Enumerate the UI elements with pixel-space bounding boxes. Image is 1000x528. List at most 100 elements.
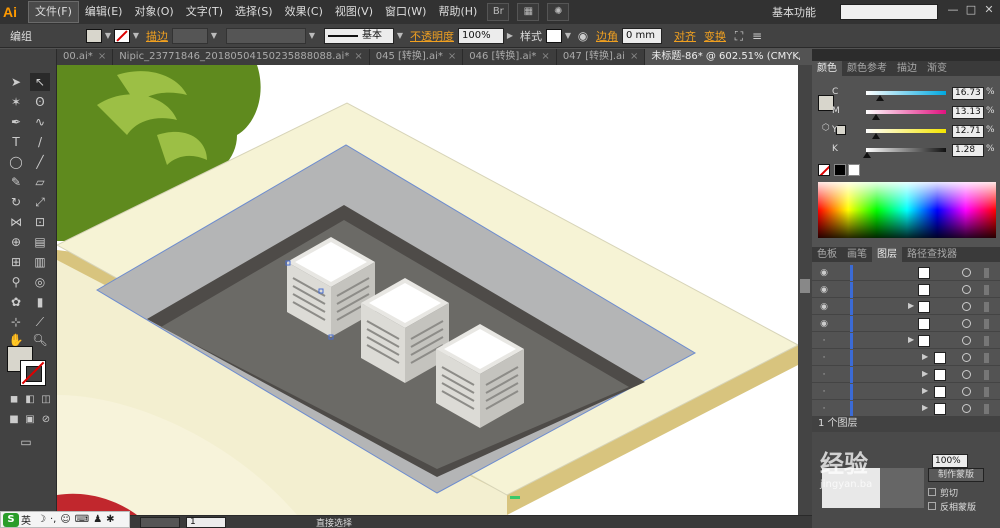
- selection-tool-icon[interactable]: ➤: [6, 73, 26, 91]
- search-input[interactable]: [857, 5, 937, 20]
- menu-view[interactable]: 视图(V): [329, 0, 379, 24]
- zoom-tool-icon[interactable]: 🔍︎: [30, 331, 50, 349]
- tab-doc-3[interactable]: 046 [转换].ai* ×: [463, 49, 557, 65]
- target-circle-icon[interactable]: [962, 268, 971, 277]
- slider-knob[interactable]: [875, 95, 884, 101]
- width-tool-icon[interactable]: ⋈: [6, 213, 26, 231]
- target-circle-icon[interactable]: [962, 370, 971, 379]
- selection-indicator[interactable]: [984, 353, 989, 363]
- tab-doc-2[interactable]: 045 [转换].ai* ×: [369, 49, 464, 65]
- layer-row[interactable]: ◉ ▶: [812, 299, 1000, 315]
- expand-arrow-icon[interactable]: ▶: [922, 403, 928, 412]
- align-label[interactable]: 对齐: [674, 28, 696, 44]
- stroke-color-swatch[interactable]: [114, 28, 130, 43]
- close-tab-icon[interactable]: ×: [448, 51, 456, 62]
- menu-help[interactable]: 帮助(H): [432, 0, 483, 24]
- selection-indicator[interactable]: [984, 370, 989, 380]
- chevron-down-icon[interactable]: ▼: [306, 28, 318, 44]
- chevron-down-icon[interactable]: ▼: [130, 28, 142, 44]
- paintbrush-tool-icon[interactable]: ╱: [30, 153, 50, 171]
- color-spectrum[interactable]: [818, 182, 996, 238]
- mesh-tool-icon[interactable]: ⊞: [6, 253, 26, 271]
- eraser-tool-icon[interactable]: ▱: [30, 173, 50, 191]
- magic-wand-tool-icon[interactable]: ✶: [6, 93, 26, 111]
- slider-value-field[interactable]: 12.71: [952, 125, 984, 138]
- chevron-right-icon[interactable]: ▶: [504, 28, 516, 44]
- menu-type[interactable]: 文字(T): [180, 0, 229, 24]
- lasso-tool-icon[interactable]: ʘ: [30, 93, 50, 111]
- gpu-icon[interactable]: ✺: [547, 3, 570, 21]
- curvature-tool-icon[interactable]: ∿: [30, 113, 50, 131]
- ellipse-tool-icon[interactable]: ◯: [6, 153, 26, 171]
- visibility-eye-icon[interactable]: ·: [818, 403, 830, 415]
- tab-pathfinder[interactable]: 路径查找器: [902, 247, 962, 262]
- minimize-icon[interactable]: —: [946, 3, 960, 17]
- expand-arrow-icon[interactable]: ▶: [908, 335, 914, 344]
- selection-indicator[interactable]: [984, 336, 989, 346]
- tab-doc-0[interactable]: 00.ai* ×: [57, 49, 114, 65]
- opacity-label[interactable]: 不透明度: [410, 28, 454, 44]
- artboard-tool-icon[interactable]: ⊹: [6, 313, 26, 331]
- bridge-icon[interactable]: Br: [487, 3, 510, 21]
- white-swatch[interactable]: [848, 164, 860, 176]
- slider-y[interactable]: Y 12.71%: [832, 125, 998, 139]
- chevron-down-icon[interactable]: ▼: [394, 28, 406, 44]
- visibility-eye-icon[interactable]: ◉: [818, 267, 830, 279]
- keyboard-icon[interactable]: ⌨: [75, 514, 89, 525]
- menu-select[interactable]: 选择(S): [229, 0, 279, 24]
- selection-indicator[interactable]: [984, 319, 989, 329]
- visibility-eye-icon[interactable]: ·: [818, 386, 830, 398]
- panel-menu-icon[interactable]: ≡: [748, 27, 766, 45]
- close-tab-icon[interactable]: ×: [98, 51, 106, 62]
- target-circle-icon[interactable]: [962, 319, 971, 328]
- slider-value-field[interactable]: 13.13: [952, 106, 984, 119]
- ime-language[interactable]: 英: [21, 512, 31, 527]
- free-transform-tool-icon[interactable]: ⊡: [30, 213, 50, 231]
- target-circle-icon[interactable]: [962, 387, 971, 396]
- isolate-group-icon[interactable]: ⛶: [730, 27, 748, 45]
- black-swatch[interactable]: [834, 164, 846, 176]
- blend-tool-icon[interactable]: ◎: [30, 273, 50, 291]
- stroke-label[interactable]: 描边: [146, 28, 168, 44]
- skin-icon[interactable]: ♟: [93, 514, 102, 525]
- slider-value-field[interactable]: 1.28: [952, 144, 984, 157]
- tab-doc-1[interactable]: Nipic_23771846_20180504150235888088.ai* ×: [113, 49, 370, 65]
- pencil-tool-icon[interactable]: ✎: [6, 173, 26, 191]
- tab-swatches[interactable]: 色板: [812, 247, 842, 262]
- selection-indicator[interactable]: [984, 285, 989, 295]
- menu-file[interactable]: 文件(F): [28, 1, 79, 23]
- target-circle-icon[interactable]: [962, 302, 971, 311]
- slider-knob[interactable]: [872, 133, 881, 139]
- close-icon[interactable]: ✕: [982, 3, 996, 17]
- selection-indicator[interactable]: [984, 268, 989, 278]
- transform-label[interactable]: 变换: [704, 28, 726, 44]
- arrange-documents-icon[interactable]: ▦: [517, 3, 540, 21]
- shape-builder-tool-icon[interactable]: ⊕: [6, 233, 26, 251]
- maximize-icon[interactable]: □: [964, 3, 978, 17]
- stroke-weight-field[interactable]: [172, 27, 208, 44]
- visibility-eye-icon[interactable]: ·: [818, 369, 830, 381]
- layer-row[interactable]: ◉: [812, 265, 1000, 281]
- selection-indicator[interactable]: [984, 404, 989, 414]
- fill-color-swatch[interactable]: [86, 28, 102, 43]
- layer-row[interactable]: · ▶: [812, 350, 1000, 366]
- slider-value-field[interactable]: 16.73: [952, 87, 984, 100]
- selection-indicator[interactable]: [984, 302, 989, 312]
- layer-row[interactable]: · ▶: [812, 384, 1000, 400]
- layer-row[interactable]: ◉: [812, 316, 1000, 332]
- recolor-icon[interactable]: ◉: [574, 27, 592, 45]
- artboard-canvas[interactable]: [57, 65, 798, 515]
- chevron-down-icon[interactable]: ▼: [562, 28, 574, 44]
- tab-stroke[interactable]: 描边: [892, 61, 922, 76]
- close-tab-icon[interactable]: ×: [354, 51, 362, 62]
- corner-field[interactable]: 0 mm: [622, 27, 662, 44]
- corner-label[interactable]: 边角: [596, 28, 618, 44]
- moon-icon[interactable]: ☽: [37, 514, 46, 525]
- smile-icon[interactable]: ☺: [60, 514, 70, 525]
- artboard-number-field[interactable]: 1: [186, 516, 226, 528]
- slider-track[interactable]: [866, 148, 946, 152]
- target-circle-icon[interactable]: [962, 336, 971, 345]
- tab-layers[interactable]: 图层: [872, 247, 902, 262]
- layer-row[interactable]: ◉: [812, 282, 1000, 298]
- layer-row[interactable]: · ▶: [812, 401, 1000, 417]
